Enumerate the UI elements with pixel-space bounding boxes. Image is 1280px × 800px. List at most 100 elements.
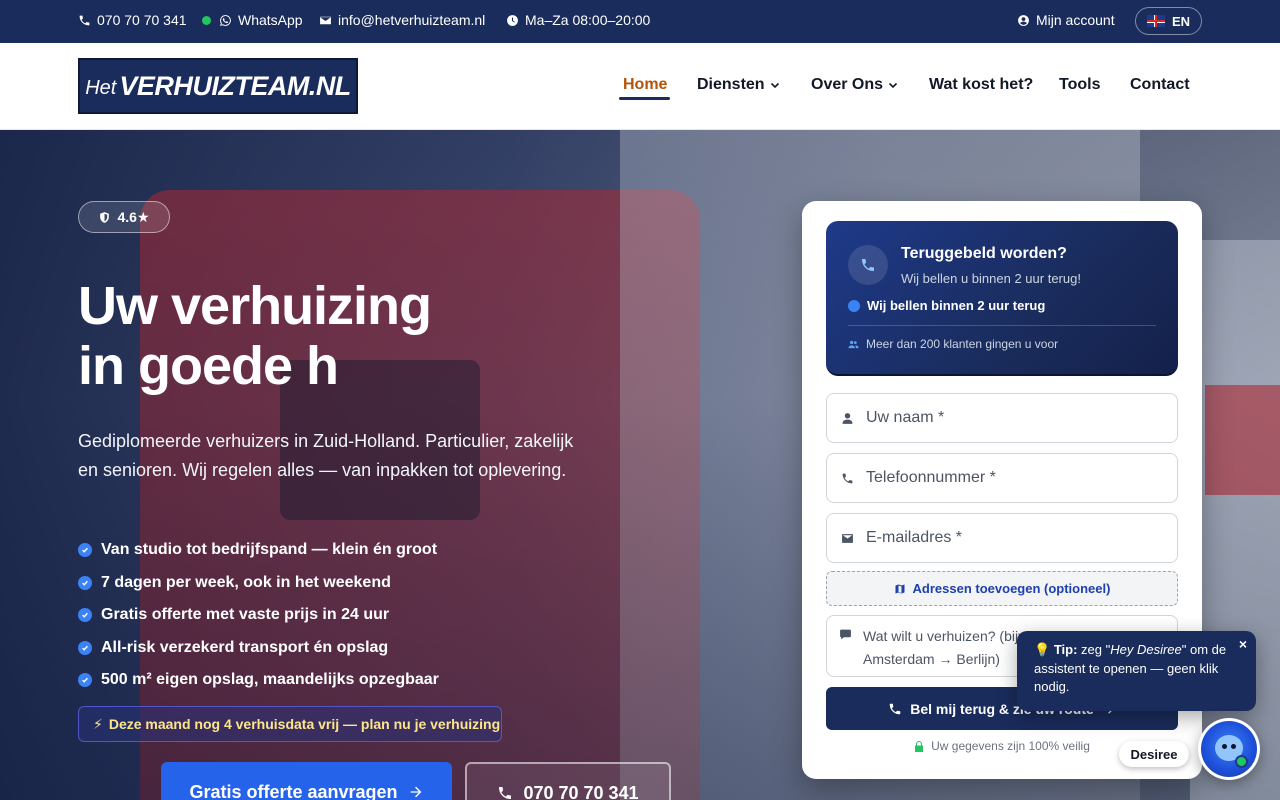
phone-icon: [889, 703, 901, 714]
nav-contact[interactable]: Contact: [1130, 76, 1190, 94]
nav-diensten-label: Diensten: [697, 76, 765, 93]
usp-text: 7 dagen per week, ook in het weekend: [101, 573, 391, 591]
truck-logo-image: [1205, 385, 1280, 495]
language-code: EN: [1171, 13, 1191, 29]
add-addresses-button[interactable]: Adressen toevoegen (optioneel): [826, 571, 1178, 606]
site-logo[interactable]: Het VERHUIZTEAM.NL: [78, 58, 358, 114]
account-label: Mijn account: [1036, 12, 1115, 28]
nav-wat-kost-het[interactable]: Wat kost het?: [929, 76, 1033, 94]
usp-text: Gratis offerte met vaste prijs in 24 uur: [101, 606, 390, 624]
add-addresses-label: Adressen toevoegen (optioneel): [912, 581, 1111, 596]
rating-value: 4.6★: [117, 208, 150, 225]
request-quote-button[interactable]: Gratis offerte aanvragen: [161, 762, 452, 800]
check-icon: [78, 608, 92, 623]
callback-title: Teruggebeld worden?: [901, 245, 1067, 262]
online-status-dot: [202, 15, 211, 25]
phone-placeholder: Telefoonnummer *: [866, 469, 996, 486]
usp-item: 500 m² eigen opslag, maandelijks opzegba…: [78, 664, 598, 697]
lock-icon: [915, 740, 924, 752]
lightbulb-icon: 💡: [1034, 642, 1051, 657]
hero-title-line-2: in goede h: [78, 336, 339, 396]
callback-promise-text: Wij bellen binnen 2 uur terug: [867, 298, 1046, 313]
nav-tools[interactable]: Tools: [1059, 76, 1100, 94]
nav-home[interactable]: Home: [623, 76, 667, 94]
request-quote-label: Gratis offerte aanvragen: [189, 782, 398, 800]
chevron-down-icon: [770, 82, 779, 89]
availability-text: Deze maand nog 4 verhuisdata vrij — plan…: [108, 716, 501, 732]
whatsapp-link[interactable]: WhatsApp: [202, 12, 303, 28]
rating-badge[interactable]: 4.6★: [78, 201, 170, 233]
lightning-icon: ⚡: [93, 715, 103, 732]
email-placeholder: E-mailadres *: [866, 529, 963, 546]
phone-field[interactable]: Telefoonnummer *: [826, 453, 1178, 503]
assistant-button[interactable]: [1198, 718, 1260, 780]
call-button[interactable]: 070 70 70 341: [465, 762, 671, 800]
phone-icon: [499, 787, 512, 799]
nav-contact-label: Contact: [1130, 76, 1190, 93]
nav-home-label: Home: [623, 76, 668, 93]
phone-icon: [842, 473, 853, 483]
account-link[interactable]: Mijn account: [1017, 12, 1115, 28]
check-icon: [78, 575, 92, 590]
usp-text: Van studio tot bedrijfspand — klein én g…: [101, 541, 438, 559]
site-header: Het VERHUIZTEAM.NL Home Diensten Over On…: [0, 43, 1280, 130]
usp-item: 7 dagen per week, ook in het weekend: [78, 567, 598, 600]
tip-quote: Hey Desiree: [1110, 642, 1182, 657]
tip-label: Tip:: [1053, 642, 1078, 657]
phone-icon: [848, 245, 888, 285]
clock-icon: [507, 14, 518, 26]
nav-tools-label: Tools: [1059, 76, 1101, 93]
user-icon: [1018, 14, 1029, 26]
message-placeholder-line-2: Amsterdam → Berlijn): [863, 651, 1000, 667]
comment-icon: [840, 629, 851, 640]
hero-subtitle: Gediplomeerde verhuizers in Zuid-Holland…: [78, 431, 574, 480]
assistant-avatar-icon: [1201, 721, 1257, 777]
usp-list: Van studio tot bedrijfspand — klein én g…: [78, 534, 598, 697]
name-field[interactable]: Uw naam *: [826, 393, 1178, 443]
check-icon: [78, 673, 92, 688]
opening-hours: Ma–Za 08:00–20:00: [506, 12, 650, 28]
hero-title: Uw verhuizing in goede h: [78, 276, 678, 396]
hours-text: Ma–Za 08:00–20:00: [525, 12, 651, 28]
phone-number: 070 70 70 341: [97, 12, 187, 28]
shield-icon: [100, 211, 110, 223]
close-icon[interactable]: ×: [1239, 635, 1247, 654]
arrow-right-icon: [410, 786, 421, 798]
users-icon: [848, 340, 859, 348]
second-truck-image: [1190, 240, 1280, 800]
logo-het: Het: [85, 76, 117, 99]
logo-main: VERHUIZTEAM.NL: [119, 70, 351, 101]
map-icon: [895, 584, 905, 593]
usp-item: All-risk verzekerd transport én opslag: [78, 632, 598, 665]
email-link[interactable]: info@hetverhuizteam.nl: [319, 12, 485, 28]
nav-wat-kost-het-label: Wat kost het?: [929, 76, 1034, 93]
divider: [848, 325, 1156, 326]
tip-text-before: zeg ": [1081, 642, 1111, 657]
call-button-label: 070 70 70 341: [523, 783, 639, 800]
nav-diensten[interactable]: Diensten: [697, 76, 780, 94]
callback-subtitle: Wij bellen u binnen 2 uur terug!: [901, 271, 1081, 286]
whatsapp-label: WhatsApp: [238, 12, 303, 28]
security-text: Uw gegevens zijn 100% veilig: [931, 739, 1090, 753]
whatsapp-icon: [220, 14, 231, 26]
usp-item: Van studio tot bedrijfspand — klein én g…: [78, 534, 598, 567]
assistant-tip: × 💡 Tip: zeg "Hey Desiree" om de assiste…: [1017, 631, 1256, 711]
email-address: info@hetverhuizteam.nl: [338, 12, 486, 28]
usp-text: 500 m² eigen opslag, maandelijks opzegba…: [101, 671, 439, 689]
name-placeholder: Uw naam *: [866, 409, 945, 426]
phone-link[interactable]: 070 70 70 341: [78, 12, 187, 28]
check-icon: [78, 640, 92, 655]
envelope-icon: [320, 16, 331, 24]
availability-banner[interactable]: ⚡ Deze maand nog 4 verhuisdata vrij — pl…: [78, 706, 502, 742]
envelope-icon: [842, 533, 853, 543]
clock-icon: [848, 299, 860, 312]
assistant-name-label[interactable]: Desiree: [1119, 741, 1189, 767]
chevron-down-icon: [888, 82, 898, 89]
nav-over-ons-label: Over Ons: [811, 76, 884, 93]
email-field[interactable]: E-mailadres *: [826, 513, 1178, 563]
nav-over-ons[interactable]: Over Ons: [811, 76, 898, 94]
hero-title-line-1: Uw verhuizing: [78, 276, 432, 336]
social-proof: Meer dan 200 klanten gingen u voor: [848, 337, 1058, 351]
assistant-name: Desiree: [1130, 746, 1178, 762]
language-switcher[interactable]: EN: [1135, 7, 1202, 35]
